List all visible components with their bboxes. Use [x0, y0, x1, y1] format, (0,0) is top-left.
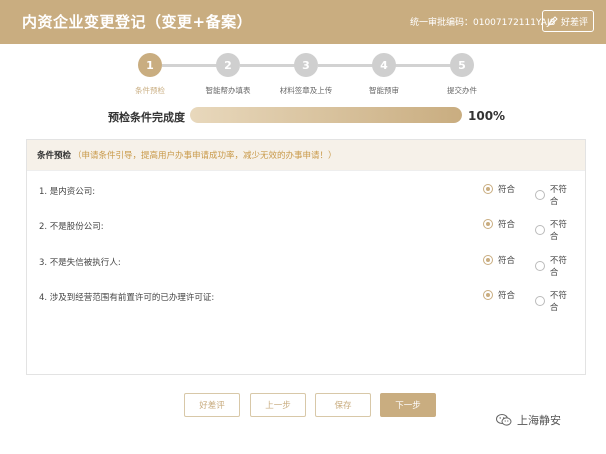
rate-bottom-button[interactable]: 好差评 — [184, 393, 240, 417]
step-4-label: 智能预审 — [369, 86, 399, 95]
step-3-circle: 3 — [294, 53, 318, 77]
watermark: 上海静安 — [496, 412, 561, 428]
step-5-label: 提交办件 — [447, 86, 477, 95]
step-indicator: 1 2 3 4 5 条件预检 智能帮办填表 材料签章及上传 智能预审 提交办件 — [0, 52, 606, 102]
progress-value: 100% — [468, 109, 506, 123]
edit-icon — [548, 16, 558, 26]
panel-title: 条件预检 — [37, 151, 72, 161]
radio-yes[interactable]: 符合 — [483, 218, 515, 230]
step-2-circle: 2 — [216, 53, 240, 77]
radio-yes-label: 符合 — [498, 185, 516, 195]
radio-no-label: 不符合 — [549, 185, 567, 207]
question-row: 2. 不是股份公司: 符合 不符合 — [39, 216, 575, 242]
radio-no-label: 不符合 — [549, 256, 567, 278]
radio-dot[interactable] — [483, 184, 493, 194]
step-connector — [162, 64, 222, 67]
radio-no[interactable]: 不符合 — [535, 218, 575, 242]
step-3-label: 材料签章及上传 — [279, 86, 333, 95]
header-bar: 内资企业变更登记（变更+备案） 统一审批编码：01007172111YAJ8 好… — [0, 0, 606, 44]
question-text: 3. 不是失信被执行人: — [39, 258, 121, 268]
panel-header: 条件预检 （申请条件引导，提高用户办事申请成功率，减少无效的办事申请！） — [27, 140, 585, 171]
panel-note: （申请条件引导，提高用户办事申请成功率，减少无效的办事申请！） — [73, 151, 337, 161]
step-1-label: 条件预检 — [135, 86, 165, 95]
radio-yes[interactable]: 符合 — [483, 254, 515, 266]
next-step-button[interactable]: 下一步 — [380, 393, 436, 417]
radio-yes-label: 符合 — [498, 220, 516, 230]
rate-button-label: 好差评 — [560, 17, 588, 28]
radio-no-label: 不符合 — [549, 220, 567, 242]
question-text: 4. 涉及到经营范围有前置许可的已办理许可证: — [39, 293, 215, 303]
step-connector — [240, 64, 300, 67]
radio-no-label: 不符合 — [549, 291, 567, 313]
radio-dot[interactable] — [483, 290, 493, 300]
step-1-circle: 1 — [138, 53, 162, 77]
step-connector — [318, 64, 376, 67]
watermark-text: 上海静安 — [517, 414, 561, 427]
radio-yes-label: 符合 — [498, 291, 516, 301]
save-button[interactable]: 保存 — [315, 393, 371, 417]
progress-fill — [190, 107, 462, 123]
radio-dot[interactable] — [483, 255, 493, 265]
radio-dot[interactable] — [535, 190, 545, 200]
approval-code: 统一审批编码：01007172111YAJ8 — [410, 18, 556, 28]
radio-yes[interactable]: 符合 — [483, 183, 515, 195]
radio-no[interactable]: 不符合 — [535, 183, 575, 207]
rate-button[interactable]: 好差评 — [542, 10, 594, 32]
precheck-panel: 条件预检 （申请条件引导，提高用户办事申请成功率，减少无效的办事申请！） 1. … — [26, 139, 586, 375]
question-row: 4. 涉及到经营范围有前置许可的已办理许可证: 符合 不符合 — [39, 287, 575, 313]
radio-yes-label: 符合 — [498, 256, 516, 266]
radio-no[interactable]: 不符合 — [535, 254, 575, 278]
radio-dot[interactable] — [535, 296, 545, 306]
radio-dot[interactable] — [535, 261, 545, 271]
step-2-label: 智能帮办填表 — [205, 86, 251, 95]
page-title: 内资企业变更登记（变更+备案） — [22, 13, 253, 31]
step-connector — [394, 64, 452, 67]
question-row: 1. 是内资公司: 符合 不符合 — [39, 181, 575, 207]
progress-bar — [190, 107, 462, 123]
question-text: 2. 不是股份公司: — [39, 222, 104, 232]
question-row: 3. 不是失信被执行人: 符合 不符合 — [39, 252, 575, 278]
radio-yes[interactable]: 符合 — [483, 289, 515, 301]
question-text: 1. 是内资公司: — [39, 187, 96, 197]
prev-step-button[interactable]: 上一步 — [250, 393, 306, 417]
progress-label: 预检条件完成度 — [108, 111, 185, 124]
radio-dot[interactable] — [483, 219, 493, 229]
step-4-circle: 4 — [372, 53, 396, 77]
radio-dot[interactable] — [535, 225, 545, 235]
wechat-icon — [496, 414, 512, 426]
radio-no[interactable]: 不符合 — [535, 289, 575, 313]
step-5-circle: 5 — [450, 53, 474, 77]
